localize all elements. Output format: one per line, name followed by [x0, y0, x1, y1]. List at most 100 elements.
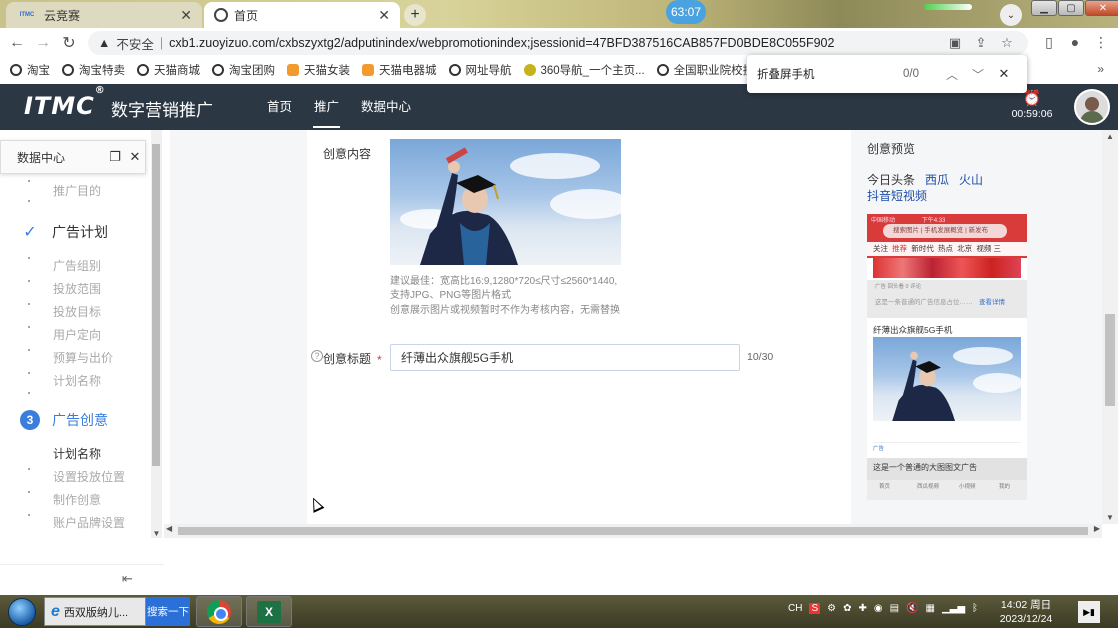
- creative-image[interactable]: [390, 139, 621, 265]
- show-desktop-button[interactable]: ▶▮: [1078, 601, 1100, 623]
- device-icon[interactable]: ▤: [890, 603, 899, 614]
- sidebar-item-promotion-goal[interactable]: 推广目的: [53, 182, 101, 199]
- sidebar-item-creative-plan-name[interactable]: 计划名称: [53, 445, 101, 462]
- sidebar-item-audience[interactable]: 用户定向: [53, 326, 101, 343]
- globe-icon: [212, 64, 224, 76]
- nav-data-center[interactable]: 数据中心: [350, 84, 422, 130]
- browser-tab-yunjingsai[interactable]: ITMC 云竞赛 ✕: [6, 2, 202, 28]
- signal-icon[interactable]: ▁▃▅: [942, 603, 965, 614]
- window-controls: ▁ ▢ ✕: [1030, 0, 1118, 16]
- maximize-button[interactable]: ▢: [1058, 0, 1084, 16]
- plus-icon[interactable]: ✚: [858, 603, 866, 614]
- url-text[interactable]: cxb1.zuoyizuo.com/cxbszyxtg2/adputininde…: [169, 36, 834, 50]
- bookmark-item[interactable]: 网址导航: [448, 62, 512, 78]
- sidebar-item-plan-name[interactable]: 计划名称: [53, 372, 101, 389]
- sidebar-item-target[interactable]: 投放目标: [53, 303, 101, 320]
- find-input[interactable]: 折叠屏手机: [757, 66, 903, 82]
- taskbar-search-button[interactable]: 搜索一下: [146, 597, 190, 626]
- page-horizontal-scrollbar[interactable]: ◀ ▶: [164, 524, 1102, 538]
- share-icon[interactable]: ⇪: [968, 35, 994, 51]
- tab-huoshan[interactable]: 火山: [959, 173, 983, 187]
- security-shield-icon[interactable]: ◉: [874, 603, 883, 614]
- bookmark-item[interactable]: 天猫电器城: [362, 62, 437, 78]
- check-icon: ✓: [23, 224, 37, 241]
- scroll-up-arrow-icon[interactable]: ▲: [1102, 132, 1118, 141]
- menu-dots-icon[interactable]: ⋮: [1088, 34, 1114, 51]
- star-icon[interactable]: ☆: [994, 35, 1020, 51]
- close-icon[interactable]: ✕: [991, 66, 1017, 82]
- sogou-ime-icon[interactable]: S: [809, 603, 821, 614]
- close-icon[interactable]: ✕: [125, 149, 145, 165]
- tab-xigua[interactable]: 西瓜: [925, 173, 949, 187]
- close-icon[interactable]: ✕: [180, 7, 192, 24]
- bookmark-item[interactable]: 天猫女装: [287, 62, 350, 78]
- bookmarks-more-button[interactable]: »: [1097, 62, 1104, 76]
- sidebar-item-scope[interactable]: 投放范围: [53, 280, 101, 297]
- browser-toolbar-right: ▯ ● ⋮: [1036, 34, 1114, 51]
- minimize-button[interactable]: ▁: [1031, 0, 1057, 16]
- scrollbar-thumb[interactable]: [178, 527, 1088, 535]
- chevron-up-icon[interactable]: ︿: [939, 66, 965, 83]
- ime-settings-icon[interactable]: ⚙: [827, 603, 836, 614]
- back-button[interactable]: ←: [4, 34, 30, 52]
- bookmark-item[interactable]: 天猫商城: [137, 62, 200, 78]
- nav-promotion[interactable]: 推广: [303, 84, 350, 130]
- tab-toutiao[interactable]: 今日头条: [867, 173, 915, 187]
- avatar[interactable]: [1074, 89, 1110, 125]
- close-window-button[interactable]: ✕: [1085, 0, 1118, 16]
- bookmark-item[interactable]: 360导航_一个主页...: [523, 62, 645, 78]
- bookmark-item[interactable]: 淘宝: [10, 62, 50, 78]
- chevron-down-icon[interactable]: ﹀: [965, 66, 991, 83]
- sidebar-item-make-creative[interactable]: 制作创意: [53, 491, 101, 508]
- taskbar-excel[interactable]: X: [246, 596, 292, 627]
- sidebar-scrollbar[interactable]: ▼: [151, 130, 162, 538]
- step-ad-plan[interactable]: ✓ 广告计划: [20, 222, 108, 242]
- sidebar-item-ad-group[interactable]: 广告组别: [53, 257, 101, 274]
- bookmark-item[interactable]: 淘宝团购: [212, 62, 275, 78]
- collapse-menu-icon[interactable]: ⇤: [122, 571, 133, 587]
- restore-window-icon[interactable]: ❐: [105, 149, 125, 165]
- scrollbar-thumb[interactable]: [1105, 314, 1115, 406]
- tab-search-chevron-icon[interactable]: ⌄: [1000, 4, 1022, 26]
- scroll-left-arrow-icon[interactable]: ◀: [166, 524, 172, 533]
- creative-title-input[interactable]: [390, 344, 740, 371]
- windows-logo-icon: [8, 597, 36, 626]
- scroll-down-arrow-icon[interactable]: ▼: [1102, 513, 1118, 522]
- phone-channel-menu: 关注 推荐 新时代 热点 北京 视频 三: [867, 242, 1027, 256]
- bluetooth-icon[interactable]: ᛒ: [972, 603, 978, 614]
- sidebar-item-budget[interactable]: 预算与出价: [53, 349, 113, 366]
- scroll-down-arrow-icon[interactable]: ▼: [151, 529, 162, 538]
- tab-douyin[interactable]: 抖音短视频: [867, 189, 927, 203]
- nav-home[interactable]: 首页: [256, 84, 303, 130]
- forward-button[interactable]: →: [30, 34, 56, 52]
- scrollbar-thumb[interactable]: [152, 144, 160, 466]
- system-clock[interactable]: 14:02 周日 2023/12/24: [996, 598, 1056, 626]
- sidebar-item-brand-settings[interactable]: 账户品牌设置: [53, 514, 125, 531]
- profile-icon[interactable]: ●: [1062, 34, 1088, 51]
- security-label[interactable]: 不安全: [116, 34, 154, 53]
- taskbar-chrome[interactable]: [196, 596, 242, 627]
- flower-icon[interactable]: ✿: [843, 603, 851, 614]
- reload-button[interactable]: ↻: [56, 33, 82, 53]
- network-icon[interactable]: ▦: [926, 603, 935, 614]
- start-button[interactable]: [4, 595, 40, 628]
- warning-icon[interactable]: ▲: [98, 36, 110, 50]
- data-center-panel[interactable]: 数据中心 ❐ ✕: [0, 140, 146, 174]
- image-hint-2: 支持JPG、PNG等图片格式: [390, 290, 512, 301]
- browser-tab-home[interactable]: 首页 ✕: [204, 2, 400, 28]
- new-tab-button[interactable]: +: [404, 4, 426, 26]
- scroll-right-arrow-icon[interactable]: ▶: [1094, 524, 1100, 533]
- sidebar-item-placement[interactable]: 设置投放位置: [53, 468, 125, 485]
- creative-preview-panel: 创意预览 今日头条 西瓜 火山 抖音短视频 中国移动 下午4:33 搜索图片 | 手…: [851, 130, 1039, 524]
- bookmark-item[interactable]: 淘宝特卖: [62, 62, 125, 78]
- page-vertical-scrollbar[interactable]: ▲ ▼: [1102, 130, 1118, 524]
- taskbar-ie-window[interactable]: e 西双版纳儿...: [44, 597, 146, 626]
- page-translate-icon[interactable]: ▣: [942, 35, 968, 51]
- url-bar[interactable]: ▲ 不安全 | cxb1.zuoyizuo.com/cxbszyxtg2/adp…: [88, 31, 1028, 55]
- input-language[interactable]: CH: [788, 603, 802, 614]
- help-icon[interactable]: ?: [311, 350, 323, 362]
- sidebar-toggle-icon[interactable]: ▯: [1036, 34, 1062, 51]
- speaker-mute-icon[interactable]: 🔇: [906, 603, 918, 614]
- close-icon[interactable]: ✕: [378, 7, 390, 24]
- step-ad-creative[interactable]: 3 广告创意: [20, 410, 108, 430]
